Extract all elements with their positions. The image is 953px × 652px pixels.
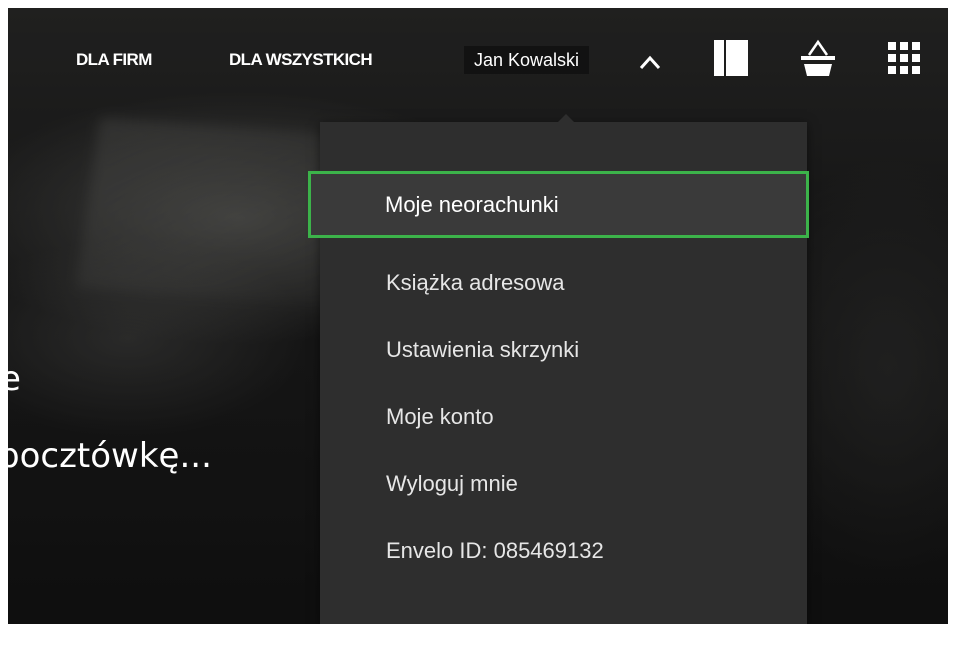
chevron-up-icon[interactable] — [638, 52, 662, 72]
page-viewport: e pocztówkę... DLA FIRM DLA WSZYSTKICH J… — [8, 8, 948, 624]
menu-item-label: Wyloguj mnie — [386, 471, 518, 496]
hero-text-line-2: pocztówkę... — [8, 436, 212, 476]
nav-link-for-everyone[interactable]: DLA WSZYSTKICH — [229, 50, 373, 70]
envelo-id-label: Envelo ID: 085469132 — [386, 538, 604, 563]
dropdown-pointer — [558, 114, 574, 122]
envelo-id-text: Envelo ID: 085469132 — [320, 521, 807, 581]
sidebar-panel-icon[interactable] — [711, 38, 751, 78]
menu-item-my-account[interactable]: Moje konto — [320, 387, 807, 447]
menu-item-log-out[interactable]: Wyloguj mnie — [320, 454, 807, 514]
top-navigation: DLA FIRM DLA WSZYSTKICH Jan Kowalski — [8, 8, 948, 112]
menu-item-address-book[interactable]: Książka adresowa — [320, 253, 807, 313]
hero-text-line-1: e — [8, 359, 21, 399]
apps-grid-icon[interactable] — [884, 38, 924, 78]
menu-item-label: Moje neorachunki — [385, 192, 559, 217]
menu-item-mailbox-settings[interactable]: Ustawienia skrzynki — [320, 320, 807, 380]
user-dropdown-menu: Moje neorachunki Książka adresowa Ustawi… — [308, 114, 809, 624]
menu-item-label: Ustawienia skrzynki — [386, 337, 580, 362]
menu-item-my-bills[interactable]: Moje neorachunki — [308, 171, 809, 238]
menu-item-label: Książka adresowa — [386, 270, 565, 295]
nav-link-for-business[interactable]: DLA FIRM — [76, 50, 152, 70]
menu-item-label: Moje konto — [386, 404, 494, 429]
user-menu-toggle[interactable]: Jan Kowalski — [464, 46, 590, 74]
shopping-basket-icon[interactable] — [798, 38, 838, 80]
